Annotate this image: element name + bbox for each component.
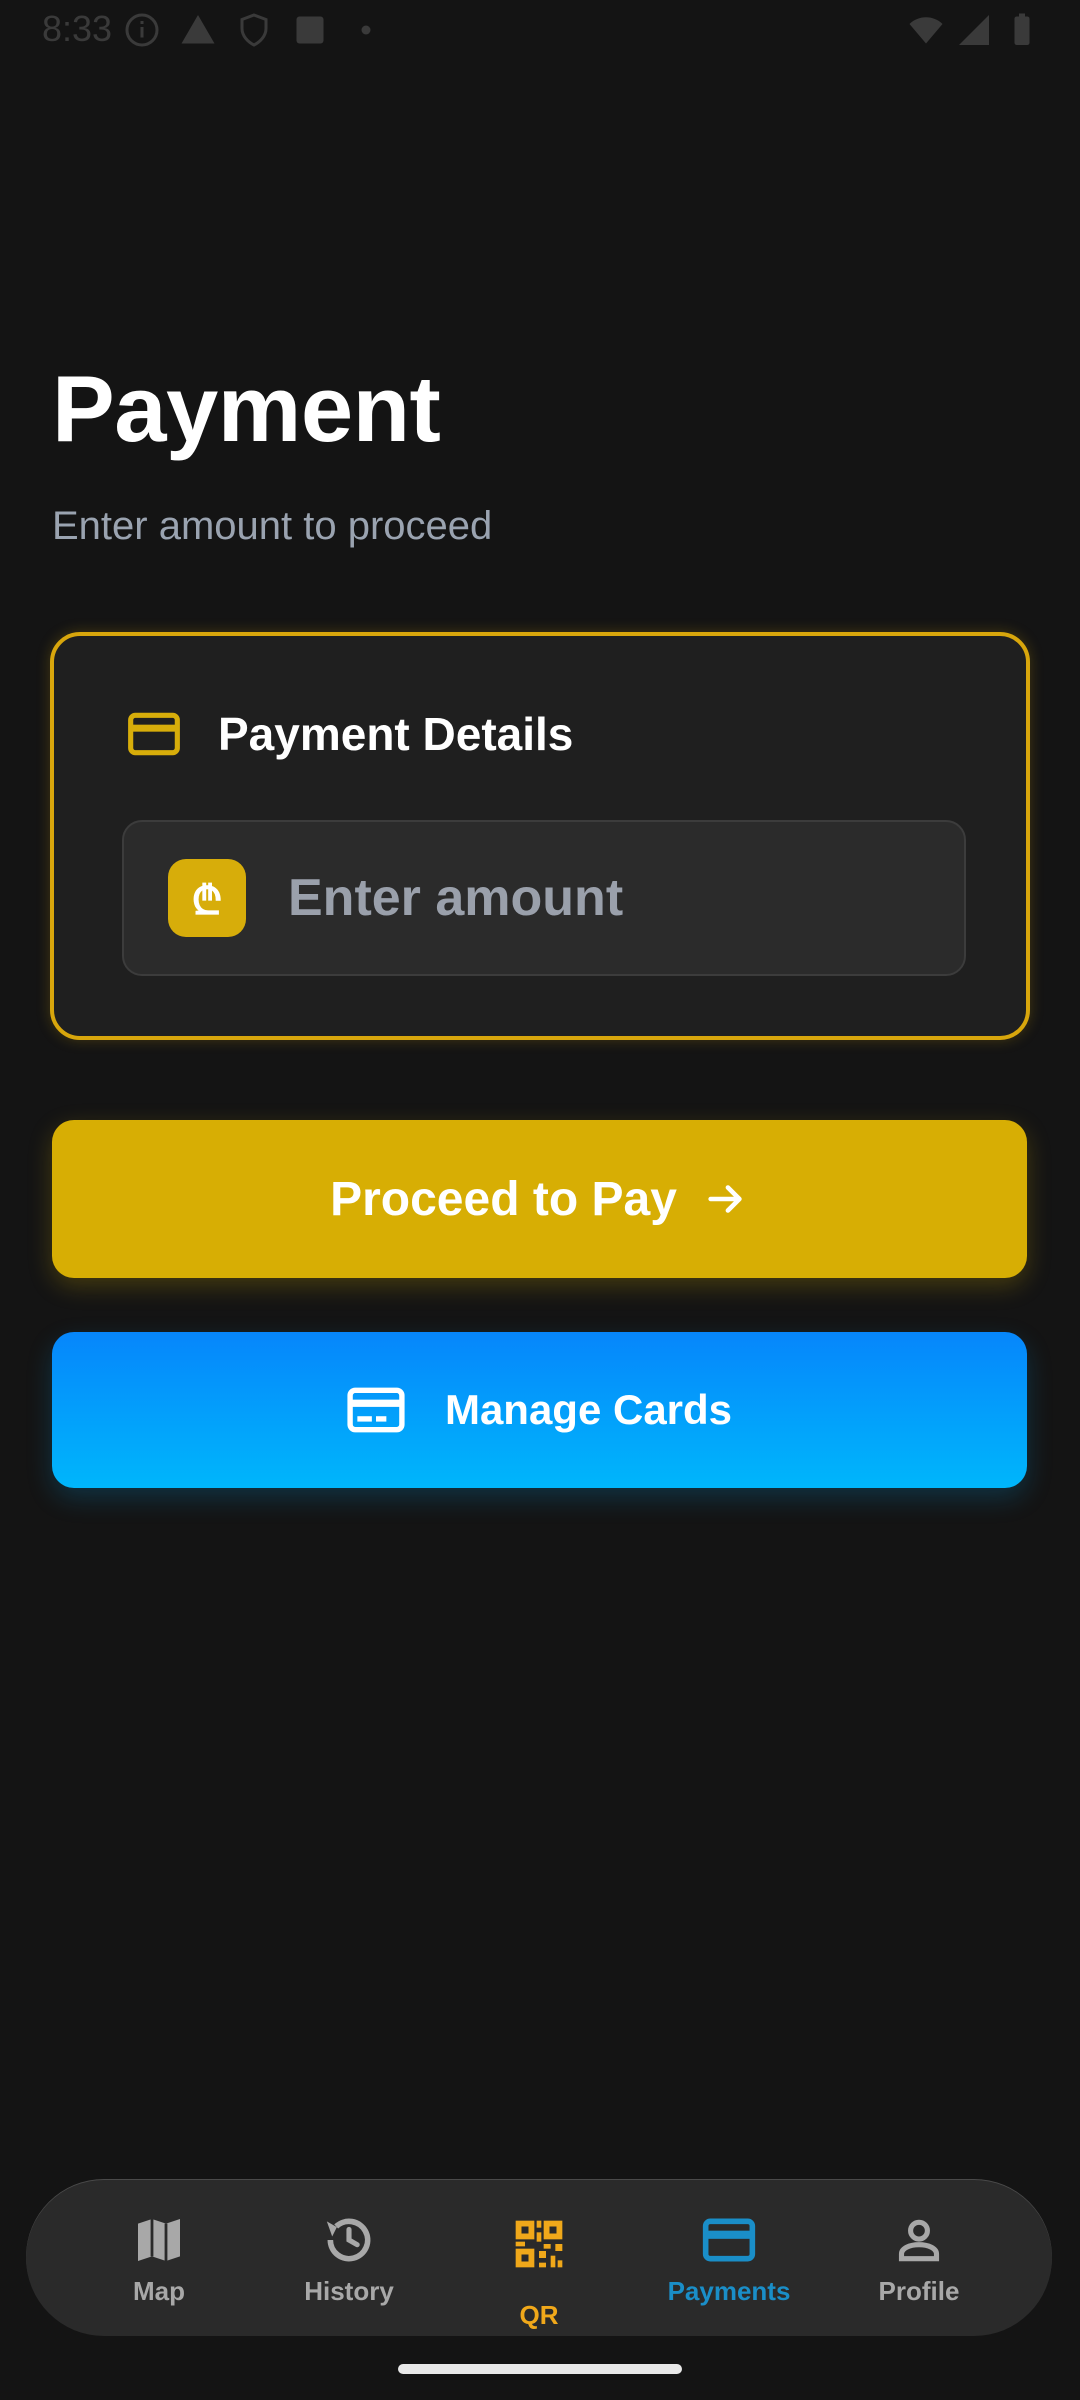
card-icon — [701, 2212, 757, 2268]
bottom-navigation: Map History QR Payments Profile — [26, 2180, 1052, 2336]
nav-item-history[interactable]: History — [254, 2180, 444, 2336]
home-indicator[interactable] — [398, 2364, 682, 2374]
history-icon — [321, 2212, 377, 2268]
map-icon — [131, 2212, 187, 2268]
nav-label-qr: QR — [519, 2300, 559, 2330]
nav-item-profile[interactable]: Profile — [824, 2180, 1014, 2336]
card-header: Payment Details — [126, 706, 573, 762]
qr-code-icon — [511, 2216, 567, 2272]
nav-label-profile: Profile — [878, 2276, 960, 2306]
amount-field[interactable]: ₾ — [122, 820, 966, 976]
status-bar: 8:33 — [0, 0, 1080, 62]
nav-label-map: Map — [133, 2276, 185, 2306]
info-icon — [124, 12, 160, 53]
credit-card-icon — [126, 706, 182, 762]
nav-item-qr[interactable]: QR — [444, 2180, 634, 2336]
proceed-button-label: Proceed to Pay — [330, 1172, 677, 1226]
signal-icon — [956, 12, 992, 53]
nav-label-payments: Payments — [667, 2276, 791, 2306]
battery-icon — [1004, 12, 1040, 53]
status-time: 8:33 — [42, 8, 113, 49]
app-notification-icon — [292, 12, 328, 53]
payment-details-card: Payment Details ₾ — [50, 632, 1030, 1040]
nav-item-payments[interactable]: Payments — [634, 2180, 824, 2336]
arrow-right-icon — [703, 1176, 749, 1222]
proceed-to-pay-button[interactable]: Proceed to Pay — [52, 1120, 1027, 1278]
currency-icon: ₾ — [168, 859, 246, 937]
payment-card-icon — [347, 1386, 405, 1434]
page-subtitle: Enter amount to proceed — [52, 504, 493, 548]
dot-icon — [348, 12, 384, 53]
person-icon — [891, 2212, 947, 2268]
system-icons — [908, 12, 1040, 53]
manage-cards-button[interactable]: Manage Cards — [52, 1332, 1027, 1488]
warning-icon — [180, 12, 216, 53]
shield-icon — [236, 12, 272, 53]
wifi-icon — [908, 12, 944, 53]
manage-cards-label: Manage Cards — [444, 1386, 733, 1433]
amount-input[interactable] — [286, 867, 910, 929]
page-title: Payment — [52, 356, 441, 461]
nav-label-history: History — [304, 2276, 394, 2306]
card-title: Payment Details — [218, 708, 574, 760]
nav-item-map[interactable]: Map — [64, 2180, 254, 2336]
notification-icons — [124, 12, 384, 53]
payment-screen: 8:33 Payment Enter amount to proceed Pay… — [0, 0, 1080, 2400]
